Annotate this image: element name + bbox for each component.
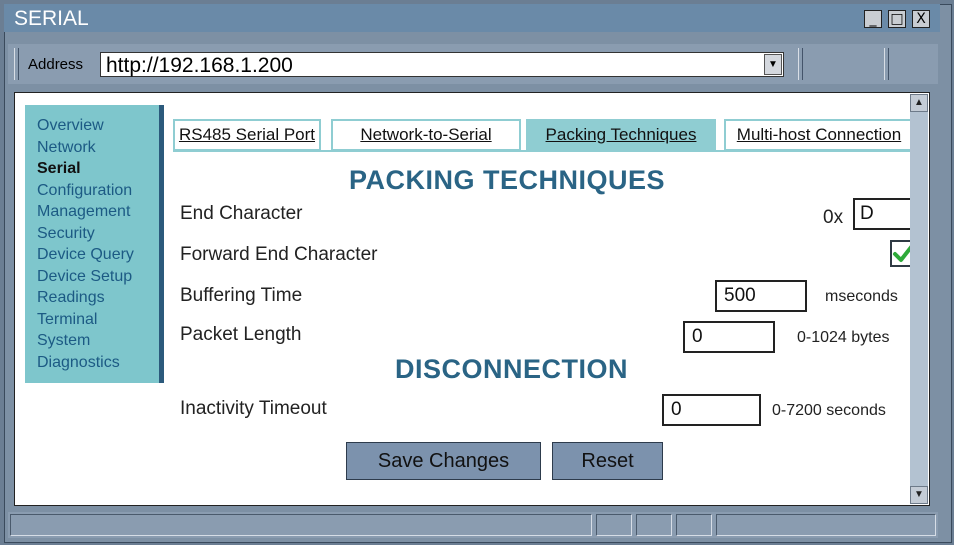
reset-button[interactable]: Reset [552,442,663,480]
end-character-value: D [860,203,874,224]
toolbar-grip[interactable] [884,48,889,80]
section-heading-disconnection: DISCONNECTION [395,354,629,384]
toolbar-grip[interactable] [14,48,19,80]
scroll-down-icon[interactable]: ▼ [910,486,928,504]
tab-multi-host-connection[interactable]: Multi-host Connection [724,119,914,151]
buffering-time-unit: mseconds [825,288,898,305]
hex-prefix: 0x [823,207,844,228]
address-url: http://192.168.1.200 [106,54,293,77]
save-changes-button[interactable]: Save Changes [346,442,541,480]
tab-underline [173,150,923,152]
sidebar-item-device-query[interactable]: Device Query [25,244,159,266]
window-title: SERIAL [14,7,89,30]
status-panel-main [10,514,592,536]
sidebar-item-overview[interactable]: Overview [25,115,159,137]
buffering-time-value: 500 [724,285,756,306]
sidebar-item-device-setup[interactable]: Device Setup [25,266,159,288]
close-button[interactable]: X [912,10,930,28]
tab-network-to-serial[interactable]: Network-to-Serial [331,119,521,151]
vertical-scrollbar[interactable]: ▲ ▼ [910,94,928,504]
inactivity-timeout-label: Inactivity Timeout [180,398,327,419]
address-bar: Address http://192.168.1.200 ▼ [8,44,938,84]
chevron-down-icon[interactable]: ▼ [764,54,782,75]
status-panel [596,514,632,536]
buffering-time-field[interactable]: 500 [715,280,807,312]
buffering-time-label: Buffering Time [180,285,303,306]
inactivity-timeout-field[interactable]: 0 [662,394,761,426]
page-content: Overview Network Serial Configuration Ma… [14,92,930,506]
title-bar[interactable]: SERIAL _ □ X [4,4,940,32]
status-panel [676,514,712,536]
inactivity-timeout-value: 0 [671,399,682,420]
tab-rs485-serial-port[interactable]: RS485 Serial Port [173,119,321,151]
packet-length-field[interactable]: 0 [683,321,775,353]
scroll-up-icon[interactable]: ▲ [910,94,928,112]
end-character-label: End Character [180,203,303,224]
sidebar-item-security[interactable]: Security [25,223,159,245]
status-panel [636,514,672,536]
sidebar-item-network[interactable]: Network [25,137,159,159]
address-label: Address [28,56,84,73]
packet-length-value: 0 [692,326,703,347]
sidebar-item-serial[interactable]: Serial [25,158,159,180]
section-heading-packing: PACKING TECHNIQUES [349,165,666,195]
sidebar-item-terminal[interactable]: Terminal [25,309,159,331]
sidebar-item-diagnostics[interactable]: Diagnostics [25,352,159,374]
sidebar-item-management[interactable]: Management [25,201,159,223]
tab-packing-techniques[interactable]: Packing Techniques [526,119,716,151]
maximize-button[interactable]: □ [888,10,906,28]
packet-length-label: Packet Length [180,324,302,345]
forward-end-character-label: Forward End Character [180,244,378,265]
sidebar-item-system[interactable]: System [25,330,159,352]
inactivity-timeout-unit: 0-7200 seconds [772,402,886,419]
toolbar-grip[interactable] [798,48,803,80]
sidebar-item-configuration[interactable]: Configuration [25,180,159,202]
sidebar-item-readings[interactable]: Readings [25,287,159,309]
sidebar-nav: Overview Network Serial Configuration Ma… [25,105,164,383]
address-input[interactable]: http://192.168.1.200 ▼ [100,52,784,77]
status-bar [8,512,938,538]
minimize-button[interactable]: _ [864,10,882,28]
status-panel [716,514,936,536]
packet-length-unit: 0-1024 bytes [797,329,890,346]
